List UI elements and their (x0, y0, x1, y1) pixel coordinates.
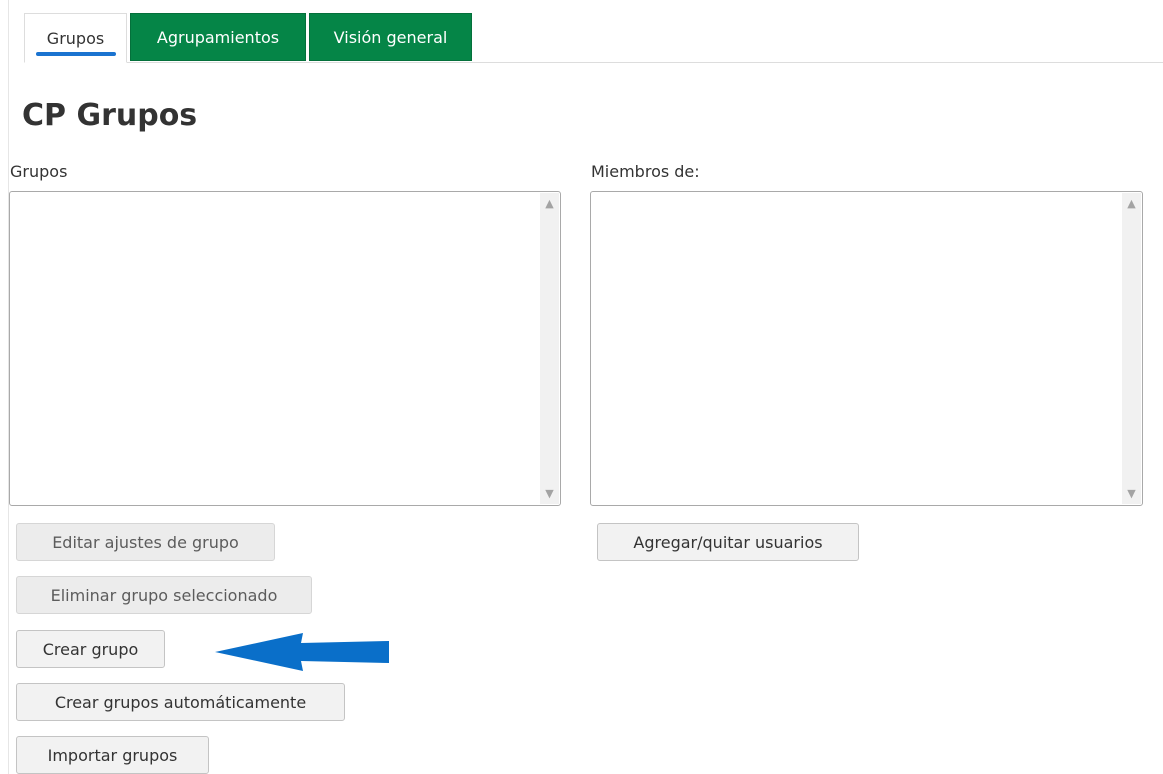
edit-group-settings-button[interactable]: Editar ajustes de grupo (16, 523, 275, 561)
tab-bar-divider (24, 62, 1163, 63)
add-remove-users-button[interactable]: Agregar/quitar usuarios (597, 523, 859, 561)
import-groups-button[interactable]: Importar grupos (16, 736, 209, 774)
delete-selected-group-button[interactable]: Eliminar grupo seleccionado (16, 576, 312, 614)
left-arrow-icon (215, 633, 389, 671)
tab-grupos-label: Grupos (46, 28, 105, 48)
groups-listbox[interactable]: ▲ ▼ (9, 191, 561, 506)
scroll-up-icon[interactable]: ▲ (540, 195, 559, 212)
tab-vision-general-label: Visión general (333, 27, 448, 47)
members-scrollbar[interactable]: ▲ ▼ (1122, 193, 1141, 504)
members-label: Miembros de: (591, 162, 700, 181)
tab-bar: Grupos Agrupamientos Visión general (24, 13, 475, 63)
tab-vision-general[interactable]: Visión general (309, 13, 472, 61)
tab-agrupamientos-label: Agrupamientos (156, 27, 280, 47)
groups-page: Grupos Agrupamientos Visión general CP G… (0, 0, 1163, 774)
groups-scrollbar[interactable]: ▲ ▼ (540, 193, 559, 504)
tab-grupos[interactable]: Grupos (24, 13, 127, 63)
scroll-down-icon[interactable]: ▼ (1122, 485, 1141, 502)
create-group-button[interactable]: Crear grupo (16, 630, 165, 668)
scroll-down-icon[interactable]: ▼ (540, 485, 559, 502)
auto-create-groups-button[interactable]: Crear grupos automáticamente (16, 683, 345, 721)
members-listbox[interactable]: ▲ ▼ (590, 191, 1143, 506)
groups-label: Grupos (10, 162, 68, 181)
page-title: CP Grupos (22, 98, 198, 133)
active-tab-indicator (36, 52, 116, 56)
scroll-up-icon[interactable]: ▲ (1122, 195, 1141, 212)
tab-agrupamientos[interactable]: Agrupamientos (130, 13, 306, 61)
